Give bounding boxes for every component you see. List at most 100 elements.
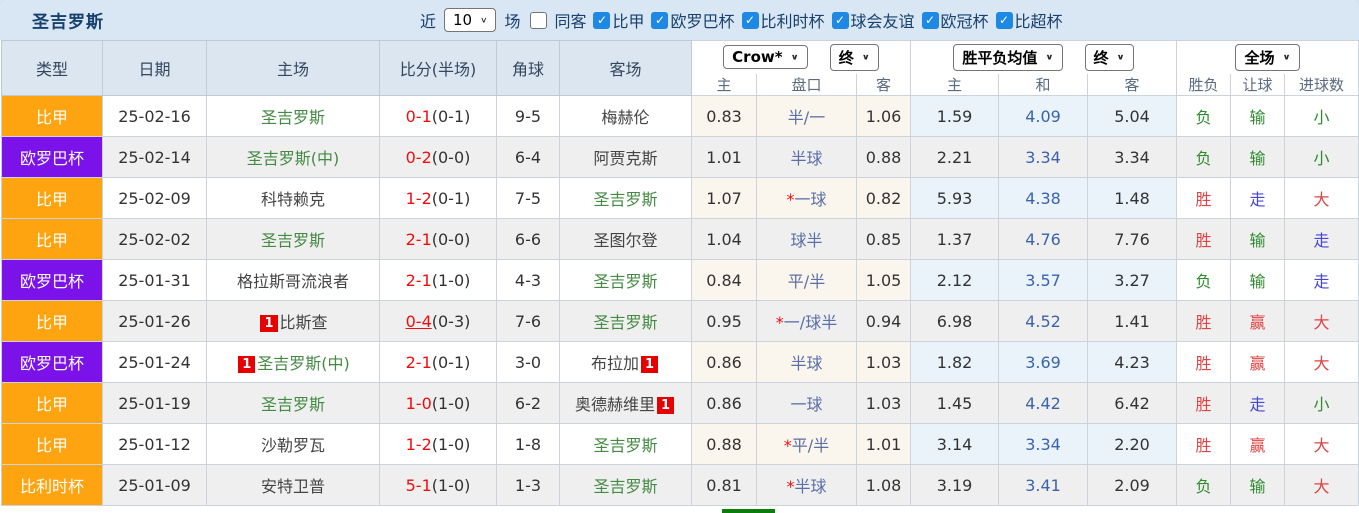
asian-time-value: 终 [838,48,854,67]
checkbox[interactable]: ✓ [995,11,1013,29]
asian-home-odds: 0.88 [691,423,757,465]
fulltime-score: 1-0 [405,393,432,413]
table-row: 比甲 25-01-19 圣吉罗斯 1-0(1-0) 6-2 奥德赫维里 1 0.86 一球 1.0… [1,382,1359,424]
euro-draw-odds: 4.42 [998,382,1089,424]
asian-company-select[interactable]: Crow* ∨ [723,45,808,70]
home-team-name: 圣吉罗斯 [260,231,325,250]
result-cell: 胜 [1176,382,1232,424]
handicap-result-cell: 走 [1230,177,1286,219]
handicap-value: 半球 [794,477,827,496]
handicap-star: * [783,436,792,455]
league-badge: 欧罗巴杯 [1,341,103,383]
recent-count-value: 10 [453,11,473,29]
euro-away-odds: 3.27 [1087,259,1178,301]
asian-home-odds: 0.86 [691,341,757,383]
match-history-table: 类型 日期 主场 比分(半场) 角球 客场 Crow* ∨ 终 ∨ 胜平负均值 ∨ 终… [1,40,1359,506]
result-cell: 胜 [1176,177,1232,219]
europe-time-select[interactable]: 终 ∨ [1084,43,1134,71]
asian-away-odds: 1.03 [855,382,912,424]
asian-home-odds: 0.83 [691,95,757,137]
score-cell: 1-2(0-1) [379,177,497,219]
handicap-cell: 一球 [756,382,857,424]
goals-result-cell: 走 [1284,218,1359,260]
corners-cell: 9-5 [496,95,560,137]
match-date: 25-02-16 [102,95,207,137]
result-cell: 胜 [1176,218,1232,260]
euro-home-odds: 5.93 [910,177,1000,219]
away-team-name: 圣吉罗斯 [593,477,658,496]
same-venue-checkbox[interactable] [530,11,548,29]
halftime-score: (0-0) [431,147,471,167]
euro-home-odds: 6.98 [910,300,1000,342]
green-indicator-bar [722,509,775,513]
asian-away-odds: 1.01 [855,423,912,465]
score-cell: 0-4(0-3) [379,300,497,342]
euro-home-odds: 3.19 [910,464,1000,506]
recent-count-select[interactable]: 10 ∨ [444,8,497,32]
handicap-value: 一球 [790,395,823,414]
home-team-name: 科特赖克 [260,190,325,209]
home-team-name: 圣吉罗斯 [260,108,325,127]
league-filter[interactable]: ✓ 欧罗巴杯 [651,8,735,32]
goals-result-cell: 小 [1284,95,1359,137]
asian-odds-header: Crow* ∨ 终 ∨ [690,40,912,74]
handicap-result-cell: 输 [1230,95,1286,137]
chevron-down-icon: ∨ [1116,52,1125,62]
away-team-name: 圣图尔登 [593,231,658,250]
checkbox[interactable]: ✓ [741,11,759,29]
subheader-goals: 进球数 [1284,73,1359,96]
col-header-type: 类型 [1,40,103,96]
checkbox[interactable]: ✓ [651,11,669,29]
red-card-badge: 1 [238,356,256,373]
result-cell: 负 [1176,464,1232,506]
handicap-value: 半/一 [787,108,826,127]
checkbox[interactable]: ✓ [593,11,611,29]
halftime-score: (0-1) [431,188,471,208]
league-filter[interactable]: ✓ 比甲 [593,8,644,32]
league-badge: 比甲 [1,177,103,219]
euro-away-odds: 6.42 [1087,382,1178,424]
euro-away-odds: 5.04 [1087,95,1178,137]
handicap-result-cell: 赢 [1230,300,1286,342]
asian-away-odds: 0.88 [855,136,912,178]
euro-away-odds: 2.09 [1087,464,1178,506]
fulltime-score[interactable]: 0-4 [406,312,432,331]
halftime-score: (1-0) [431,434,471,454]
scope-select[interactable]: 全场 ∨ [1235,43,1300,71]
asian-time-select[interactable]: 终 ∨ [829,43,879,71]
result-cell: 胜 [1176,341,1232,383]
asian-home-odds: 1.07 [691,177,757,219]
handicap-star: * [775,313,784,332]
asian-home-odds: 1.04 [691,218,757,260]
subheader-handicap: 盘口 [756,73,857,96]
checkbox[interactable]: ✓ [921,11,939,29]
league-filter[interactable]: ✓ 比超杯 [995,8,1063,32]
home-team-name: 比斯查 [279,313,328,332]
handicap-cell: 球半 [756,218,857,260]
match-date: 25-01-24 [102,341,207,383]
league-filter[interactable]: ✓ 欧冠杯 [921,8,989,32]
checkbox[interactable]: ✓ [831,11,849,29]
league-badge: 欧罗巴杯 [1,259,103,301]
europe-odds-header: 胜平负均值 ∨ 终 ∨ [910,40,1178,74]
league-filter-label: 比利时杯 [760,12,825,31]
match-rows: 比甲 25-02-16 圣吉罗斯 0-1(0-1) 9-5 梅赫伦 0.83 半/一 1.06 1… [1,95,1359,506]
score-cell: 0-2(0-0) [379,136,497,178]
chevron-down-icon: ∨ [790,52,799,62]
home-team-cell: 科特赖克 [206,177,380,219]
home-team-cell: 安特卫普 [206,464,380,506]
table-row: 比利时杯 25-01-09 安特卫普 5-1(1-0) 1-3 圣吉罗斯 0.81 *半球 1.… [1,464,1359,506]
handicap-cell: *半球 [756,464,857,506]
league-filter[interactable]: ✓ 比利时杯 [741,8,825,32]
corners-cell: 1-3 [496,464,560,506]
europe-company-select[interactable]: 胜平负均值 ∨ [953,43,1063,71]
euro-home-odds: 1.45 [910,382,1000,424]
euro-away-odds: 1.41 [1087,300,1178,342]
result-cell: 负 [1176,95,1232,137]
asian-home-odds: 0.95 [691,300,757,342]
league-filters: ✓ 比甲 ✓ 欧罗巴杯 ✓ 比利时杯 ✓ 球会友谊 ✓ 欧冠杯 ✓ 比超杯 [586,8,1063,32]
table-row: 比甲 25-01-12 沙勒罗瓦 1-2(1-0) 1-8 圣吉罗斯 0.88 *平/半 1.0… [1,423,1359,465]
goals-result-cell: 大 [1284,423,1359,465]
league-filter[interactable]: ✓ 球会友谊 [831,8,915,32]
euro-away-odds: 2.20 [1087,423,1178,465]
